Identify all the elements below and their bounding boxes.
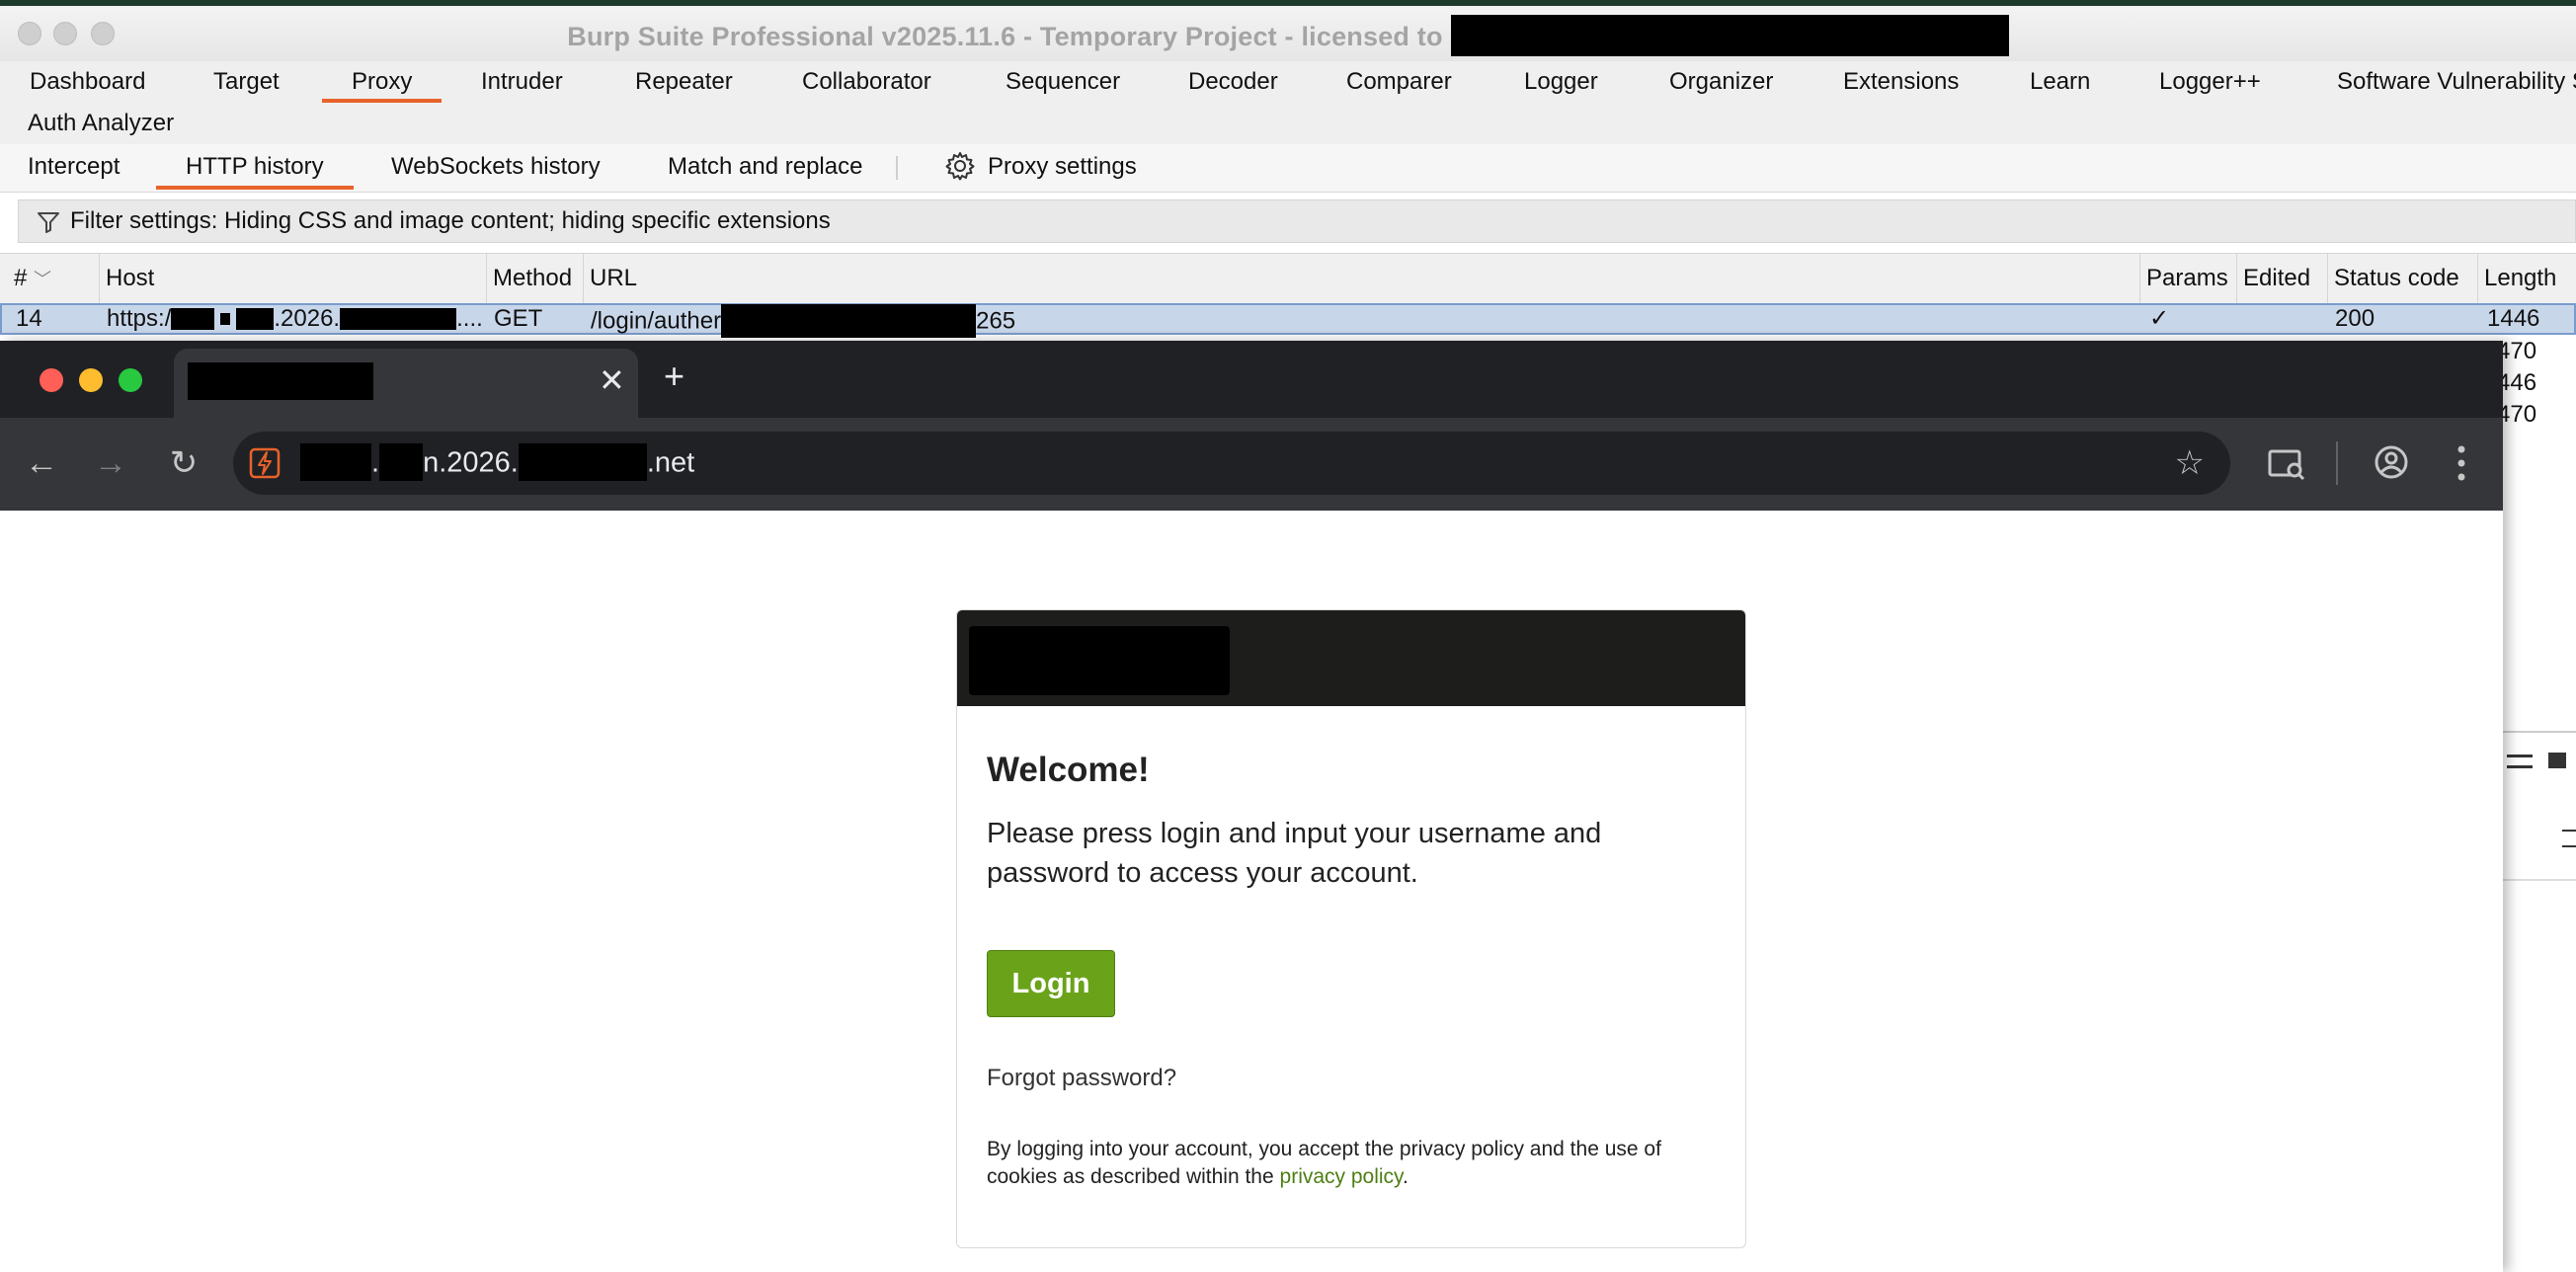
cell-method: GET bbox=[494, 305, 543, 332]
column-host[interactable]: Host bbox=[99, 254, 486, 303]
column-status-code[interactable]: Status code bbox=[2327, 254, 2477, 303]
page-search-icon[interactable] bbox=[2268, 445, 2305, 483]
tab-dashboard[interactable]: Dashboard bbox=[30, 65, 145, 103]
layout-icon[interactable] bbox=[2507, 755, 2533, 768]
welcome-heading: Welcome! bbox=[987, 751, 1150, 789]
redacted-tab-title bbox=[188, 362, 373, 400]
subtab-http-history[interactable]: HTTP history bbox=[156, 150, 354, 190]
menu-lines-icon[interactable] bbox=[2562, 830, 2576, 847]
tab-logger[interactable]: Logger bbox=[1524, 65, 1598, 103]
filter-icon bbox=[38, 212, 59, 233]
burp-main-tabs: Dashboard Target Proxy Intruder Repeater… bbox=[0, 61, 2576, 103]
page-content: Welcome! Please press login and input yo… bbox=[0, 511, 2503, 1272]
gear-icon[interactable] bbox=[944, 150, 976, 182]
proxy-subtabs: Intercept HTTP history WebSockets histor… bbox=[0, 144, 2576, 193]
layout-icon[interactable] bbox=[2548, 753, 2566, 768]
cell-host: https:/.2026..... bbox=[107, 305, 483, 332]
login-prompt: Please press login and input your userna… bbox=[987, 818, 1602, 889]
chrome-window: ✕ + ← → ↻ . n.2026. .net ☆ Welcome! Plea… bbox=[0, 341, 2503, 1272]
chrome-active-tab[interactable]: ✕ bbox=[174, 349, 638, 418]
subtab-match-and-replace[interactable]: Match and replace bbox=[668, 150, 862, 190]
column-params[interactable]: Params bbox=[2139, 254, 2236, 303]
legal-notice: By logging into your account, you accept… bbox=[987, 1138, 1661, 1188]
proxy-settings-button[interactable]: Proxy settings bbox=[988, 150, 1137, 190]
login-card: Welcome! Please press login and input yo… bbox=[956, 609, 1746, 1248]
reload-icon[interactable]: ↻ bbox=[164, 443, 203, 483]
sort-chevron-icon: ﹀ bbox=[34, 270, 52, 289]
cell-length: 1446 bbox=[2487, 305, 2540, 332]
tab-repeater[interactable]: Repeater bbox=[635, 65, 733, 103]
column-length[interactable]: Length bbox=[2477, 254, 2576, 303]
column-number[interactable]: # ﹀ bbox=[8, 254, 99, 303]
cell-url: /login/auther 265 bbox=[591, 304, 1015, 339]
subtab-intercept[interactable]: Intercept bbox=[28, 150, 120, 190]
chrome-toolbar: ← → ↻ . n.2026. .net ☆ bbox=[0, 418, 2503, 511]
tab-learn[interactable]: Learn bbox=[2030, 65, 2090, 103]
tab-software-vulnerability[interactable]: Software Vulnerability S bbox=[2337, 65, 2576, 103]
column-edited[interactable]: Edited bbox=[2236, 254, 2327, 303]
tab-sequencer[interactable]: Sequencer bbox=[1006, 65, 1120, 103]
close-tab-icon[interactable]: ✕ bbox=[599, 360, 625, 400]
tab-organizer[interactable]: Organizer bbox=[1669, 65, 1773, 103]
history-table-header: # ﹀ Host Method URL Params Edited Status… bbox=[0, 253, 2576, 304]
chrome-tabstrip: ✕ + bbox=[0, 341, 2503, 418]
tab-comparer[interactable]: Comparer bbox=[1346, 65, 1452, 103]
forward-arrow-icon[interactable]: → bbox=[91, 443, 130, 483]
burp-main-tabs-row2: Auth Analyzer bbox=[0, 103, 2576, 145]
forgot-password-link[interactable]: Forgot password? bbox=[987, 1065, 1176, 1092]
bookmark-star-icon[interactable]: ☆ bbox=[2175, 441, 2205, 485]
burp-partial-panel bbox=[2503, 731, 2576, 899]
cell-params-check: ✓ bbox=[2149, 305, 2170, 332]
chrome-minimize-dot[interactable] bbox=[79, 368, 103, 392]
redacted-logo bbox=[969, 626, 1230, 695]
row-length-partial: 446 bbox=[2497, 369, 2537, 396]
burp-proxy-site-icon[interactable] bbox=[249, 447, 281, 479]
cell-number: 14 bbox=[16, 305, 42, 332]
subtab-divider bbox=[896, 156, 898, 180]
filter-settings-bar[interactable]: Filter settings: Hiding CSS and image co… bbox=[18, 199, 2576, 243]
tab-logger-plus[interactable]: Logger++ bbox=[2159, 65, 2261, 103]
profile-icon[interactable] bbox=[2373, 443, 2410, 481]
kebab-menu-icon[interactable] bbox=[2455, 441, 2467, 485]
tab-proxy[interactable]: Proxy bbox=[321, 65, 443, 103]
tab-collaborator[interactable]: Collaborator bbox=[802, 65, 931, 103]
burp-window-title: Burp Suite Professional v2025.11.6 - Tem… bbox=[0, 15, 2576, 59]
privacy-policy-link[interactable]: privacy policy bbox=[1280, 1165, 1403, 1188]
tab-decoder[interactable]: Decoder bbox=[1188, 65, 1278, 103]
chrome-close-dot[interactable] bbox=[40, 368, 63, 392]
panel-divider bbox=[2503, 731, 2576, 733]
new-tab-icon[interactable]: + bbox=[664, 357, 684, 396]
tab-extensions[interactable]: Extensions bbox=[1843, 65, 1959, 103]
tab-target[interactable]: Target bbox=[213, 65, 280, 103]
tab-intruder[interactable]: Intruder bbox=[481, 65, 563, 103]
login-button[interactable]: Login bbox=[987, 950, 1115, 1017]
row-length-partial: 470 bbox=[2497, 338, 2537, 364]
back-arrow-icon[interactable]: ← bbox=[22, 443, 61, 483]
redacted-licensee bbox=[1450, 15, 2009, 56]
column-url[interactable]: URL bbox=[583, 254, 2139, 303]
toolbar-divider bbox=[2336, 441, 2338, 485]
burp-titlebar: Burp Suite Professional v2025.11.6 - Tem… bbox=[0, 0, 2576, 61]
login-card-header bbox=[957, 610, 1745, 706]
subtab-websockets-history[interactable]: WebSockets history bbox=[391, 150, 601, 190]
address-url: . n.2026. .net bbox=[300, 443, 694, 483]
filter-settings-text: Filter settings: Hiding CSS and image co… bbox=[70, 207, 831, 234]
cell-status: 200 bbox=[2335, 305, 2375, 332]
address-bar[interactable]: . n.2026. .net ☆ bbox=[233, 432, 2230, 495]
column-method[interactable]: Method bbox=[486, 254, 583, 303]
tab-auth-analyzer[interactable]: Auth Analyzer bbox=[28, 107, 174, 144]
table-row-selected[interactable]: 14 https:/.2026..... GET /login/auther 26… bbox=[0, 303, 2576, 338]
chrome-zoom-dot[interactable] bbox=[119, 368, 142, 392]
row-length-partial: 470 bbox=[2497, 401, 2537, 428]
panel-divider bbox=[2503, 879, 2576, 881]
